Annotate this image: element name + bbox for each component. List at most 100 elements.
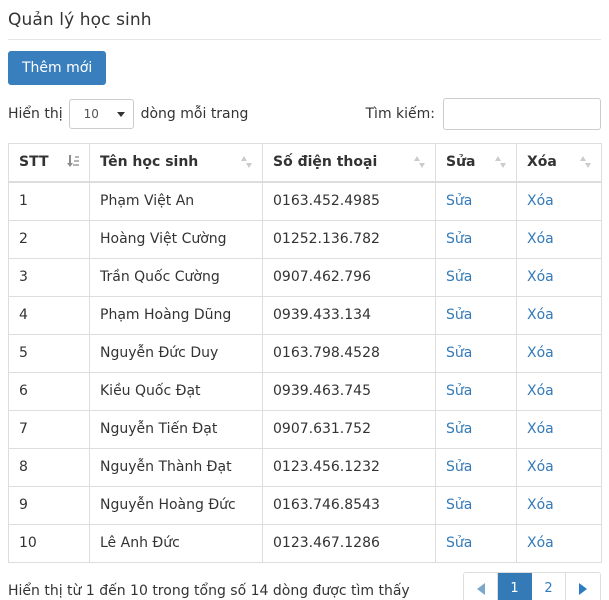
column-header-stt[interactable]: STT (8, 143, 90, 183)
column-header-name[interactable]: Tên học sinh (89, 143, 263, 183)
cell-name-text: Kiều Quốc Đạt (100, 382, 201, 399)
cell-edit-link[interactable]: Sửa (446, 535, 472, 551)
cell-name: Lê Anh Đức (89, 523, 263, 563)
cell-delete-link[interactable]: Xóa (527, 269, 554, 285)
cell-edit: Sửa (435, 371, 517, 411)
cell-edit-link[interactable]: Sửa (446, 307, 472, 323)
pagination-next[interactable] (566, 572, 600, 600)
cell-name-text: Lê Anh Đức (100, 534, 180, 551)
chevron-down-icon (116, 111, 125, 117)
cell-stt-text: 9 (19, 496, 28, 513)
column-header-delete[interactable]: Xóa (516, 143, 602, 183)
cell-name-text: Nguyễn Tiến Đạt (100, 420, 218, 437)
cell-delete-link[interactable]: Xóa (527, 231, 554, 247)
sort-toggle-icon (495, 155, 506, 169)
cell-phone: 0163.452.4985 (262, 181, 436, 221)
cell-edit: Sửa (435, 523, 517, 563)
cell-stt-text: 3 (19, 268, 28, 285)
sort-toggle-icon (580, 155, 591, 169)
cell-phone: 01252.136.782 (262, 219, 436, 259)
cell-phone: 0939.463.745 (262, 371, 436, 411)
cell-delete: Xóa (516, 333, 602, 373)
cell-name: Kiều Quốc Đạt (89, 371, 263, 411)
cell-edit-link[interactable]: Sửa (446, 459, 472, 475)
cell-stt: 5 (8, 333, 90, 373)
cell-edit-link[interactable]: Sửa (446, 269, 472, 285)
cell-delete-link[interactable]: Xóa (527, 421, 554, 437)
table-row: 1 Phạm Việt An 0163.452.4985 Sửa Xóa (8, 181, 602, 221)
cell-stt-text: 1 (19, 192, 28, 209)
cell-edit-link[interactable]: Sửa (446, 383, 472, 399)
cell-phone: 0123.467.1286 (262, 523, 436, 563)
page-length-control: Hiển thị 10 dòng mỗi trang (8, 98, 248, 130)
sort-ascending-icon (67, 155, 79, 169)
column-label-edit: Sửa (446, 154, 476, 171)
cell-delete-link[interactable]: Xóa (527, 535, 554, 551)
cell-stt: 1 (8, 181, 90, 221)
add-new-button[interactable]: Thêm mới (8, 51, 107, 85)
cell-delete: Xóa (516, 257, 602, 297)
cell-name-text: Nguyễn Thành Đạt (100, 458, 232, 475)
cell-delete: Xóa (516, 219, 602, 259)
table-row: 5 Nguyễn Đức Duy 0163.798.4528 Sửa Xóa (8, 333, 602, 373)
search-control: Tìm kiếm: (366, 98, 601, 130)
students-table: STT Tên học sinh Số điện thoại Sửa Xóa 1… (8, 143, 602, 563)
cell-stt: 3 (8, 257, 90, 297)
cell-stt: 10 (8, 523, 90, 563)
cell-stt-text: 8 (19, 458, 28, 475)
cell-phone: 0939.433.134 (262, 295, 436, 335)
cell-delete-link[interactable]: Xóa (527, 497, 554, 513)
cell-phone-text: 0163.452.4985 (273, 192, 380, 209)
cell-edit-link[interactable]: Sửa (446, 497, 472, 513)
cell-stt: 6 (8, 371, 90, 411)
cell-delete-link[interactable]: Xóa (527, 307, 554, 323)
cell-delete-link[interactable]: Xóa (527, 383, 554, 399)
cell-name: Phạm Việt An (89, 181, 263, 221)
cell-edit-link[interactable]: Sửa (446, 231, 472, 247)
cell-name-text: Phạm Việt An (100, 192, 195, 209)
table-row: 10 Lê Anh Đức 0123.467.1286 Sửa Xóa (8, 523, 602, 563)
cell-delete-link[interactable]: Xóa (527, 193, 554, 209)
cell-edit-link[interactable]: Sửa (446, 421, 472, 437)
column-header-phone[interactable]: Số điện thoại (262, 143, 436, 183)
cell-delete: Xóa (516, 371, 602, 411)
table-row: 4 Phạm Hoàng Dũng 0939.433.134 Sửa Xóa (8, 295, 602, 335)
cell-name-text: Phạm Hoàng Dũng (100, 306, 232, 323)
page-title: Quản lý học sinh (8, 10, 152, 30)
cell-edit-link[interactable]: Sửa (446, 345, 472, 361)
column-header-edit[interactable]: Sửa (435, 143, 517, 183)
pagination-page-2[interactable]: 2 (532, 572, 566, 600)
table-header-row: STT Tên học sinh Số điện thoại Sửa Xóa (8, 143, 602, 183)
sort-toggle-icon (241, 155, 252, 169)
pagination-page-1[interactable]: 1 (498, 572, 532, 600)
cell-phone: 0123.456.1232 (262, 447, 436, 487)
cell-edit: Sửa (435, 409, 517, 449)
cell-name: Nguyễn Hoàng Đức (89, 485, 263, 525)
table-row: 7 Nguyễn Tiến Đạt 0907.631.752 Sửa Xóa (8, 409, 602, 449)
cell-name: Nguyễn Thành Đạt (89, 447, 263, 487)
cell-phone-text: 0163.746.8543 (273, 496, 380, 513)
page-length-label-after: dòng mỗi trang (140, 106, 249, 122)
cell-phone-text: 0163.798.4528 (273, 344, 380, 361)
cell-delete-link[interactable]: Xóa (527, 345, 554, 361)
student-management-page: Quản lý học sinh Thêm mới Hiển thị 10 dò… (0, 0, 609, 600)
cell-name: Hoàng Việt Cường (89, 219, 263, 259)
cell-phone: 0907.462.796 (262, 257, 436, 297)
cell-phone-text: 0123.456.1232 (273, 458, 380, 475)
pagination-previous[interactable] (464, 572, 498, 600)
table-footer: Hiển thị từ 1 đến 10 trong tổng số 14 dò… (8, 571, 601, 600)
cell-delete-link[interactable]: Xóa (527, 459, 554, 475)
cell-delete: Xóa (516, 295, 602, 335)
cell-edit-link[interactable]: Sửa (446, 193, 472, 209)
cell-name: Trần Quốc Cường (89, 257, 263, 297)
cell-phone: 0163.798.4528 (262, 333, 436, 373)
table-head: STT Tên học sinh Số điện thoại Sửa Xóa (8, 143, 602, 183)
table-row: 2 Hoàng Việt Cường 01252.136.782 Sửa Xóa (8, 219, 602, 259)
cell-phone: 0163.746.8543 (262, 485, 436, 525)
column-label-name: Tên học sinh (100, 154, 199, 171)
cell-stt: 2 (8, 219, 90, 259)
page-length-select[interactable]: 10 (68, 99, 134, 129)
toolbar: Thêm mới (8, 40, 601, 85)
search-input[interactable] (443, 98, 601, 130)
cell-stt-text: 4 (19, 306, 28, 323)
